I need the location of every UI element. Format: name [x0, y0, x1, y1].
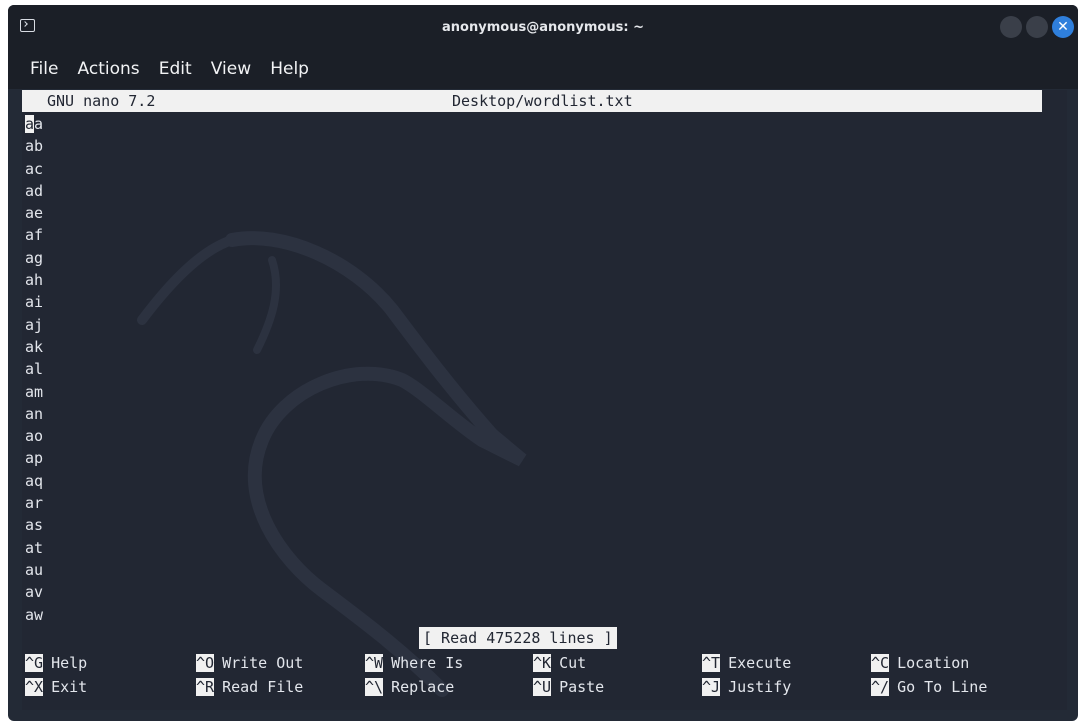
text-line[interactable]: aj	[25, 314, 43, 336]
text-line[interactable]: ab	[25, 135, 43, 157]
shortcut-where-is[interactable]: ^W Where Is	[365, 652, 463, 674]
nano-filename: Desktop/wordlist.txt	[452, 92, 633, 110]
text-line[interactable]: ak	[25, 336, 43, 358]
shortcut-replace[interactable]: ^\ Replace	[365, 676, 454, 698]
menu-bar: File Actions Edit View Help	[8, 51, 1078, 89]
text-line[interactable]: ai	[25, 291, 43, 313]
text-line[interactable]: aa	[25, 113, 43, 135]
nano-version: GNU nano 7.2	[47, 92, 156, 110]
shortcut-exit[interactable]: ^X Exit	[25, 676, 87, 698]
kali-dragon-watermark-icon	[137, 231, 527, 697]
shortcut-cut[interactable]: ^K Cut	[533, 652, 586, 674]
shortcut-read-file[interactable]: ^R Read File	[196, 676, 303, 698]
text-line[interactable]: as	[25, 514, 43, 536]
terminal-window: anonymous@anonymous: ~ ✕ File Actions Ed…	[8, 5, 1078, 721]
terminal-area[interactable]: GNU nano 7.2 Desktop/wordlist.txt aa ab …	[22, 90, 1067, 710]
shortcut-help[interactable]: ^G Help	[25, 652, 87, 674]
shortcut-go-to-line[interactable]: ^/Go To Line	[871, 676, 987, 698]
text-line[interactable]: ap	[25, 447, 43, 469]
text-line[interactable]: ac	[25, 158, 43, 180]
status-message: [ Read 475228 lines ]	[419, 627, 617, 649]
menu-actions[interactable]: Actions	[78, 59, 140, 79]
shortcut-write-out[interactable]: ^O Write Out	[196, 652, 303, 674]
menu-edit[interactable]: Edit	[159, 59, 192, 79]
maximize-button[interactable]	[1026, 16, 1048, 38]
text-line[interactable]: ag	[25, 247, 43, 269]
text-line[interactable]: at	[25, 537, 43, 559]
text-line[interactable]: av	[25, 581, 43, 603]
text-line[interactable]: ar	[25, 492, 43, 514]
text-line[interactable]: ah	[25, 269, 43, 291]
nano-title-bar: GNU nano 7.2 Desktop/wordlist.txt	[22, 90, 1042, 112]
text-line[interactable]: af	[25, 224, 43, 246]
text-line[interactable]: am	[25, 381, 43, 403]
shortcut-justify[interactable]: ^J Justify	[702, 676, 791, 698]
menu-view[interactable]: View	[211, 59, 251, 79]
title-bar[interactable]: anonymous@anonymous: ~ ✕	[8, 5, 1078, 51]
shortcut-execute[interactable]: ^T Execute	[702, 652, 791, 674]
text-line[interactable]: al	[25, 358, 43, 380]
text-cursor: a	[25, 115, 35, 133]
text-line[interactable]: ao	[25, 425, 43, 447]
minimize-button[interactable]	[1000, 16, 1022, 38]
text-line[interactable]: aq	[25, 470, 43, 492]
shortcut-paste[interactable]: ^U Paste	[533, 676, 604, 698]
text-line[interactable]: ae	[25, 202, 43, 224]
text-line[interactable]: an	[25, 403, 43, 425]
text-line[interactable]: ad	[25, 180, 43, 202]
shortcut-location[interactable]: ^C Location	[871, 652, 969, 674]
close-button[interactable]: ✕	[1052, 16, 1074, 38]
text-line[interactable]: au	[25, 559, 43, 581]
menu-help[interactable]: Help	[270, 59, 309, 79]
window-title: anonymous@anonymous: ~	[442, 20, 644, 35]
menu-file[interactable]: File	[30, 59, 58, 79]
text-line[interactable]: aw	[25, 604, 43, 626]
file-content[interactable]: aa ab ac ad ae af ag ah ai aj ak al am a…	[25, 113, 43, 626]
